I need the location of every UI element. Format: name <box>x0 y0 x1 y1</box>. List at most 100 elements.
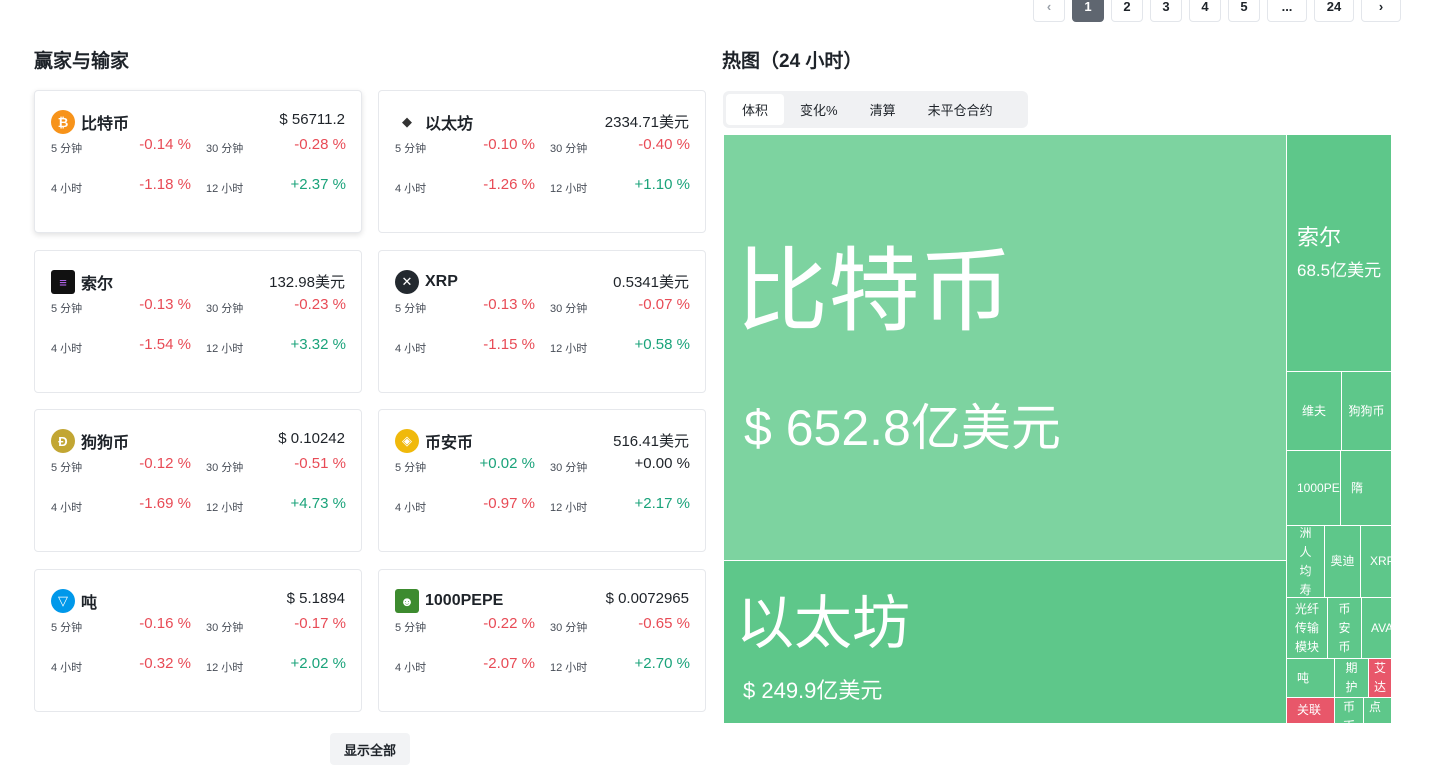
change-row-short: 5 分钟 -0.13 % 30 分钟 -0.07 % <box>395 296 690 316</box>
change-4h: -1.26 % <box>483 176 535 193</box>
coin-card[interactable]: ◆ 以太坊 2334.71美元 5 分钟 -0.10 % 30 分钟 -0.40… <box>378 90 706 233</box>
coin-card[interactable]: Ð 狗狗币 $ 0.10242 5 分钟 -0.12 % 30 分钟 -0.51… <box>34 409 362 552</box>
label-12h: 12 小时 <box>206 343 244 355</box>
change-30m: -0.40 % <box>638 136 690 153</box>
tile-hedge[interactable]: 期护 <box>1334 658 1369 698</box>
page-ellipsis-button[interactable]: ... <box>1267 0 1307 22</box>
tile-ethereum[interactable]: 以太坊 $ 249.9亿美元 <box>723 560 1287 724</box>
label-5m: 5 分钟 <box>51 622 83 634</box>
tab-change[interactable]: 变化% <box>784 94 854 125</box>
coin-card[interactable]: ≡ 索尔 132.98美元 5 分钟 -0.13 % 30 分钟 -0.23 %… <box>34 250 362 393</box>
tile-coin2-label: 币币 <box>1343 700 1356 723</box>
coin-name: 以太坊 <box>425 116 474 133</box>
tile-link[interactable]: 关联 <box>1286 697 1335 724</box>
tab-open-interest[interactable]: 未平仓合约 <box>912 94 1009 125</box>
tile-ethereum-name: 以太坊 <box>736 591 911 656</box>
page-2-button[interactable]: 2 <box>1111 0 1143 22</box>
coin-price: 2334.71美元 <box>604 114 689 131</box>
tile-coin2[interactable]: 币币 <box>1334 697 1364 724</box>
coin-price: $ 56711.2 <box>279 111 345 128</box>
toncoin-icon: ▽ <box>51 589 75 613</box>
tab-liquidation[interactable]: 清算 <box>854 94 912 125</box>
coin-header: ☻ 1000PEPE <box>395 589 503 613</box>
change-row-long: 4 小时 -1.18 % 12 小时 +2.37 % <box>51 176 346 196</box>
coin-price: 0.5341美元 <box>613 274 689 291</box>
tile-ada-label: 艾达 <box>1374 661 1387 694</box>
coin-card[interactable]: ▽ 吨 $ 5.1894 5 分钟 -0.16 % 30 分钟 -0.17 % … <box>34 569 362 712</box>
tile-xrp[interactable]: XRP <box>1360 525 1392 598</box>
coin-card[interactable]: ◈ 币安币 516.41美元 5 分钟 +0.02 % 30 分钟 +0.00 … <box>378 409 706 552</box>
change-4h: -2.07 % <box>483 655 535 672</box>
label-4h: 4 小时 <box>395 662 427 674</box>
prev-page-button[interactable]: ‹ <box>1033 0 1065 22</box>
coin-card[interactable]: ✕ XRP 0.5341美元 5 分钟 -0.13 % 30 分钟 -0.07 … <box>378 250 706 393</box>
label-5m: 5 分钟 <box>395 462 427 474</box>
change-4h: -1.18 % <box>139 176 191 193</box>
tile-ont[interactable]: 奥迪 <box>1324 525 1361 598</box>
page-1-button[interactable]: 1 <box>1072 0 1104 22</box>
show-all-button[interactable]: 显示全部 <box>330 733 410 765</box>
label-30m: 30 分钟 <box>206 462 244 474</box>
coin-price: $ 5.1894 <box>286 590 345 607</box>
coin-card[interactable]: ☻ 1000PEPE $ 0.0072965 5 分钟 -0.22 % 30 分… <box>378 569 706 712</box>
page-4-button[interactable]: 4 <box>1189 0 1221 22</box>
tile-doge[interactable]: 狗狗币 <box>1341 371 1392 451</box>
change-row-long: 4 小时 -0.97 % 12 小时 +2.17 % <box>395 495 690 515</box>
tile-avax[interactable]: AVA <box>1361 597 1392 659</box>
label-12h: 12 小时 <box>550 343 588 355</box>
page-3-button[interactable]: 3 <box>1150 0 1182 22</box>
coin-header: ₿ 比特币 <box>51 110 129 134</box>
change-12h: +2.70 % <box>634 655 690 672</box>
change-4h: -0.32 % <box>139 655 191 672</box>
heatmap-tabs: 体积 变化% 清算 未平仓合约 <box>723 91 1028 128</box>
label-4h: 4 小时 <box>395 343 427 355</box>
tile-dot[interactable]: 点 <box>1363 697 1392 724</box>
tile-bitcoin-value: $ 652.8亿美元 <box>744 400 1061 456</box>
tile-bitcoin[interactable]: 比特币 $ 652.8亿美元 <box>723 134 1287 561</box>
change-5m: -0.13 % <box>483 296 535 313</box>
coin-card[interactable]: ₿ 比特币 $ 56711.2 5 分钟 -0.14 % 30 分钟 -0.28… <box>34 90 362 233</box>
change-30m: -0.28 % <box>294 136 346 153</box>
label-5m: 5 分钟 <box>51 303 83 315</box>
label-4h: 4 小时 <box>51 183 83 195</box>
bitcoin-icon: ₿ <box>51 110 75 134</box>
label-12h: 12 小时 <box>550 662 588 674</box>
tile-pepe[interactable]: 1000PEPE <box>1286 450 1341 526</box>
coin-name: 狗狗币 <box>81 435 130 452</box>
next-page-button[interactable]: › <box>1361 0 1401 22</box>
tile-ton[interactable]: 吨 <box>1286 658 1335 698</box>
label-5m: 5 分钟 <box>395 622 427 634</box>
page-24-button[interactable]: 24 <box>1314 0 1354 22</box>
xrp-icon: ✕ <box>395 270 419 294</box>
coin-name: XRP <box>425 273 458 290</box>
tab-volume[interactable]: 体积 <box>726 94 785 125</box>
coin-price: $ 0.10242 <box>278 430 345 447</box>
tile-people[interactable]: 美洲人均寿命 <box>1286 525 1325 598</box>
change-5m: -0.22 % <box>483 615 535 632</box>
tile-people-label: 美洲人均寿命 <box>1299 525 1312 597</box>
change-12h: +2.02 % <box>290 655 346 672</box>
tile-bnb[interactable]: 币安币 <box>1327 597 1362 659</box>
tile-ada[interactable]: 艾达 <box>1368 658 1392 698</box>
label-12h: 12 小时 <box>550 502 588 514</box>
change-row-short: 5 分钟 -0.14 % 30 分钟 -0.28 % <box>51 136 346 156</box>
coin-header: ≡ 索尔 <box>51 270 113 294</box>
change-4h: -1.69 % <box>139 495 191 512</box>
label-30m: 30 分钟 <box>550 143 588 155</box>
label-30m: 30 分钟 <box>550 462 588 474</box>
tile-solana-value: 68.5亿美元 <box>1297 261 1382 280</box>
tile-wif[interactable]: 维夫 <box>1286 371 1342 451</box>
label-30m: 30 分钟 <box>550 303 588 315</box>
tile-sui[interactable]: 隋 <box>1340 450 1392 526</box>
tile-fiber-label: 光纤传输模块 <box>1295 601 1320 654</box>
coin-price: 516.41美元 <box>613 433 689 450</box>
tile-solana[interactable]: 索尔 68.5亿美元 <box>1286 134 1392 372</box>
tile-xrp-label: XRP <box>1370 554 1391 568</box>
tile-fiber[interactable]: 光纤传输模块 <box>1286 597 1328 659</box>
change-row-short: 5 分钟 -0.22 % 30 分钟 -0.65 % <box>395 615 690 635</box>
label-12h: 12 小时 <box>206 662 244 674</box>
change-row-short: 5 分钟 -0.13 % 30 分钟 -0.23 % <box>51 296 346 316</box>
page-5-button[interactable]: 5 <box>1228 0 1260 22</box>
tile-hedge-label: 期护 <box>1345 661 1358 694</box>
tile-ethereum-value: $ 249.9亿美元 <box>743 678 883 703</box>
